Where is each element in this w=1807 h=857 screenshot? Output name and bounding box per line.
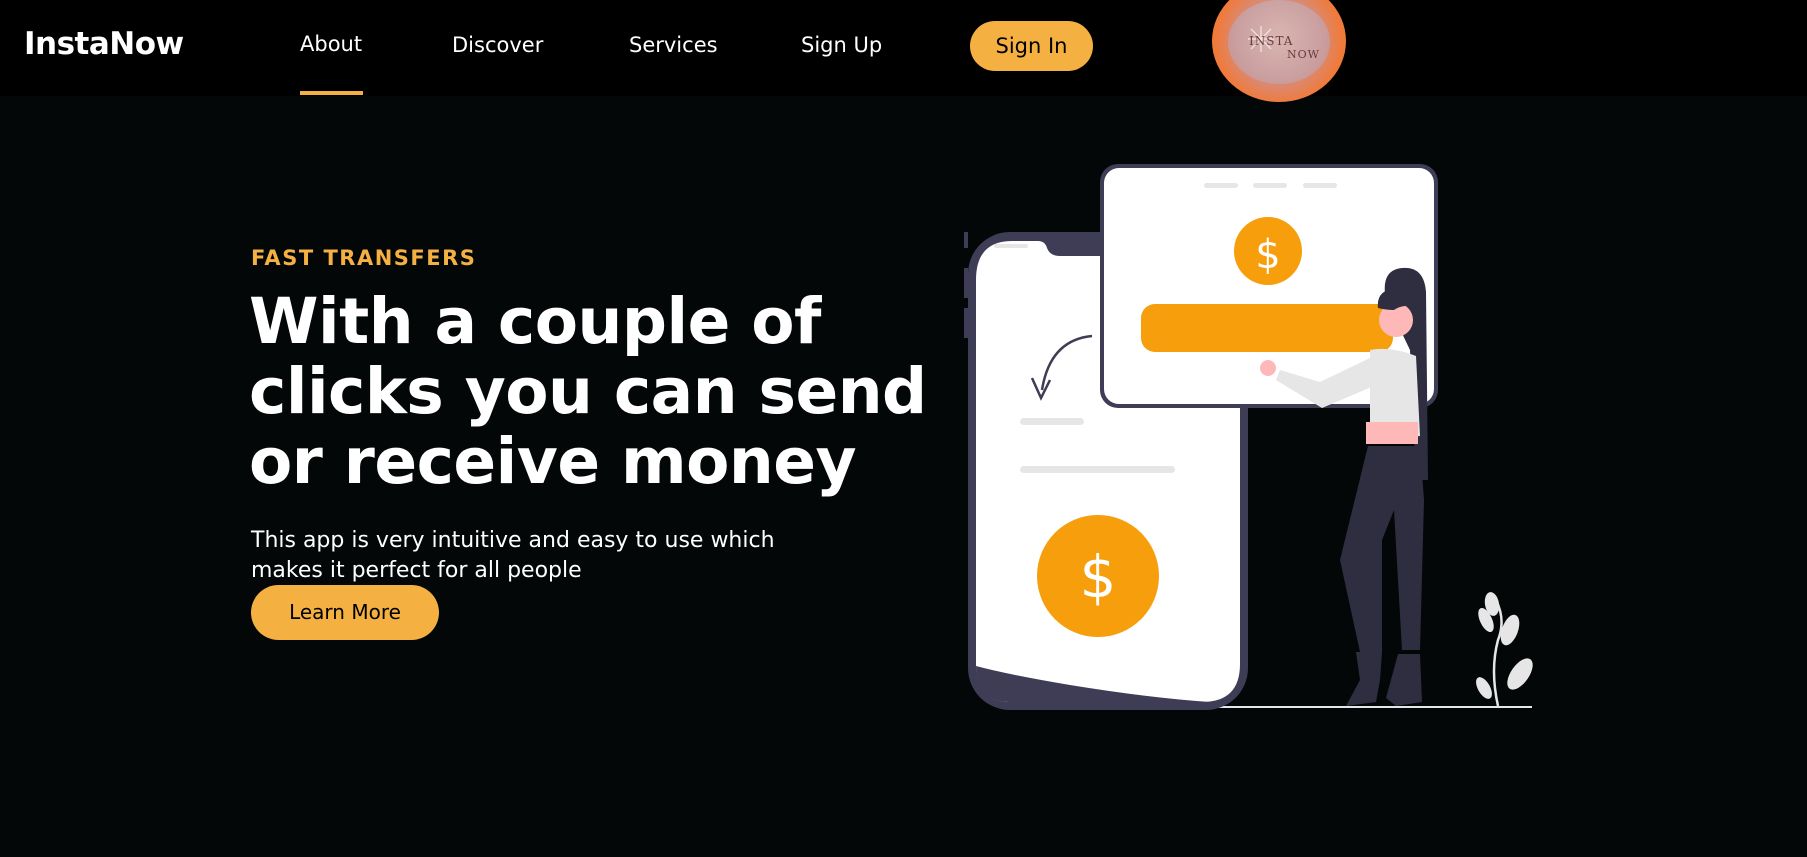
subtext-line: makes it perfect for all people: [251, 558, 582, 583]
headline-line: clicks you can send: [249, 355, 927, 428]
nav-link-discover[interactable]: Discover: [452, 33, 543, 57]
hero-eyebrow: FAST TRANSFERS: [251, 246, 477, 270]
hero-illustration: $ $: [964, 164, 1533, 710]
nav-link-about[interactable]: About: [300, 32, 362, 56]
headline-line: With a couple of: [249, 285, 821, 358]
logo-text-now: NOW: [1287, 48, 1320, 61]
active-nav-underline: [300, 91, 363, 95]
nav-link-services[interactable]: Services: [629, 33, 718, 57]
hero-subtext: This app is very intuitive and easy to u…: [251, 526, 871, 586]
hero-headline: With a couple of clicks you can send or …: [249, 287, 929, 497]
insta-now-logo-badge[interactable]: [1212, 0, 1346, 102]
brand-logo-text[interactable]: InstaNow: [24, 26, 184, 62]
dollar-coin-icon: $: [1037, 515, 1159, 637]
sign-in-button[interactable]: Sign In: [970, 21, 1093, 71]
phone-coin-symbol: $: [1080, 543, 1117, 611]
learn-more-button[interactable]: Learn More: [251, 585, 439, 640]
headline-line: or receive money: [249, 425, 857, 498]
subtext-line: This app is very intuitive and easy to u…: [251, 528, 775, 553]
plant-icon: [1476, 592, 1533, 707]
card-coin-symbol: $: [1255, 232, 1280, 278]
top-navbar: InstaNow About Discover Services Sign Up…: [0, 0, 1807, 102]
logo-text-insta: INSTA: [1249, 34, 1294, 48]
nav-link-sign-up[interactable]: Sign Up: [801, 33, 882, 57]
